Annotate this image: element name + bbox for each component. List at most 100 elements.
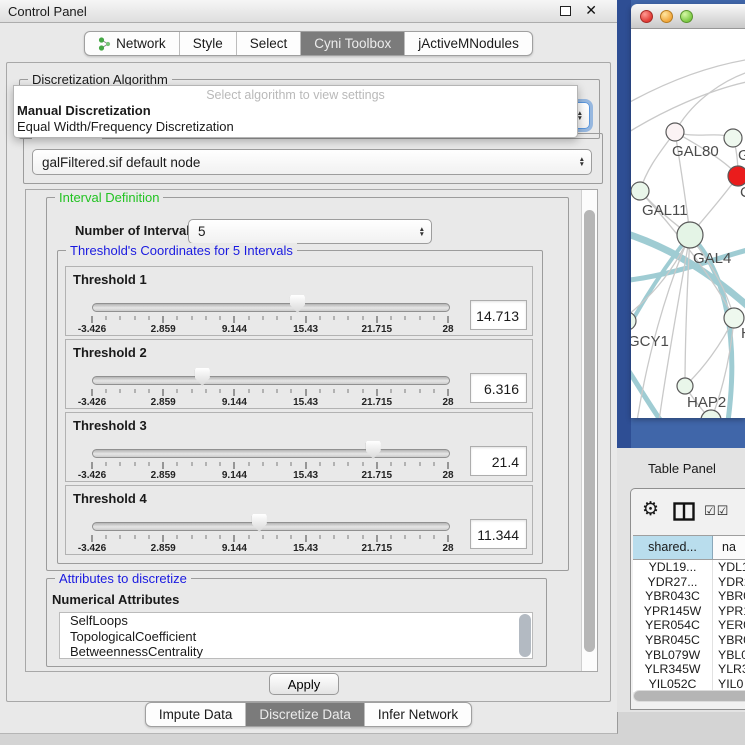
threshold-coordinates-title: Threshold's Coordinates for 5 Intervals — [66, 243, 297, 258]
table-row[interactable]: YBR045CYBR0 — [633, 633, 745, 648]
tab-cyni-toolbox[interactable]: Cyni Toolbox — [300, 32, 404, 55]
node-label: GA — [738, 147, 745, 164]
tick-mark — [405, 535, 406, 539]
network-node[interactable] — [631, 182, 649, 200]
close-icon[interactable]: ✕ — [585, 2, 597, 19]
column-header-name[interactable]: na — [713, 536, 745, 559]
network-node[interactable] — [724, 129, 742, 147]
tab-infer-network[interactable]: Infer Network — [364, 703, 471, 726]
cell-shared-name: YBL079W — [633, 648, 713, 663]
table-data-group: Table Data galFiltered.sif default node … — [23, 133, 603, 184]
bottom-tabstrip: Impute Data Discretize Data Infer Network — [145, 702, 472, 727]
edge[interactable] — [640, 132, 675, 191]
table-row[interactable]: YPR145WYPR1 — [633, 604, 745, 619]
cell-name: YDR2 — [713, 575, 745, 590]
threshold-value-field[interactable]: 11.344 — [470, 519, 527, 549]
slider-track[interactable] — [92, 449, 450, 458]
tab-label: Impute Data — [159, 707, 233, 722]
network-node[interactable] — [666, 123, 684, 141]
tick-mark — [234, 462, 235, 469]
tick-mark — [419, 316, 420, 320]
bottom-tab-bar: Impute Data Discretize Data Infer Network — [0, 702, 617, 727]
tick-mark — [433, 316, 434, 320]
scrollbar-thumb[interactable] — [584, 210, 595, 652]
top-tab-bar: Network StyleSelectCyni ToolboxjActiveMNo… — [0, 31, 617, 56]
screen: Control Panel ✕ NetworkStyleSelectCyni T… — [0, 0, 745, 745]
gear-icon[interactable]: ⚙ — [642, 498, 659, 521]
tab-discretize-data[interactable]: Discretize Data — [245, 703, 364, 726]
edge[interactable] — [631, 59, 745, 107]
dropdown-item-manual[interactable]: Manual Discretization — [14, 103, 577, 119]
scrollbar-thumb[interactable] — [634, 691, 745, 701]
attributes-group: Attributes to discretize Numerical Attri… — [46, 578, 547, 667]
tick-mark — [248, 316, 249, 320]
cell-shared-name: YDR27... — [633, 575, 713, 590]
tick-mark — [277, 389, 278, 393]
tick-mark — [120, 389, 121, 393]
threshold-value-field[interactable]: 6.316 — [470, 373, 527, 403]
tab-network[interactable]: Network — [85, 32, 179, 55]
zoom-traffic-light-icon[interactable] — [680, 10, 693, 23]
table-row[interactable]: YER054CYER0 — [633, 618, 745, 633]
tab-impute-data[interactable]: Impute Data — [146, 703, 246, 726]
tab-style[interactable]: Style — [179, 32, 236, 55]
vertical-scrollbar[interactable] — [581, 190, 597, 671]
cell-name: YBR0 — [713, 589, 745, 604]
tab-label: Discretize Data — [259, 707, 351, 722]
table-row[interactable]: YDL19...YDL1 — [633, 560, 745, 575]
edge[interactable] — [685, 318, 734, 386]
tab-jactivemnodules[interactable]: jActiveMNodules — [404, 32, 532, 55]
table-row[interactable]: YLR345WYLR3 — [633, 662, 745, 677]
tab-select[interactable]: Select — [236, 32, 301, 55]
network-node[interactable] — [677, 222, 703, 248]
tick-label: 21.715 — [362, 543, 393, 554]
attributes-group-title: Attributes to discretize — [55, 571, 191, 586]
select-columns-checkboxes-icon[interactable]: ☑☑ — [704, 503, 729, 519]
slider-track[interactable] — [92, 522, 450, 531]
edge[interactable] — [675, 71, 745, 132]
network-canvas[interactable]: GAL80GACGAL11GAL4GCY1HHAP2 — [631, 29, 745, 418]
tick-label: 9.144 — [222, 397, 247, 408]
tick-mark — [163, 535, 164, 542]
network-icon — [98, 37, 111, 51]
attribute-item[interactable]: TopologicalCoefficient — [60, 629, 532, 645]
minimize-traffic-light-icon[interactable] — [660, 10, 673, 23]
slider-track[interactable] — [92, 303, 450, 312]
horizontal-scrollbar[interactable] — [633, 690, 745, 702]
float-window-icon[interactable] — [560, 6, 571, 16]
attribute-item[interactable]: SelfLoops — [60, 613, 532, 629]
network-node[interactable] — [677, 378, 693, 394]
table-row[interactable]: YBL079WYBL0 — [633, 648, 745, 663]
threshold-value-field[interactable]: 21.4 — [470, 446, 527, 476]
tick-mark — [334, 389, 335, 393]
edge-highlighted[interactable] — [631, 359, 661, 418]
threshold-value-field[interactable]: 14.713 — [470, 300, 527, 330]
network-node[interactable] — [728, 166, 745, 186]
tick-mark — [148, 462, 149, 466]
column-header-shared[interactable]: shared... — [633, 536, 713, 559]
close-traffic-light-icon[interactable] — [640, 10, 653, 23]
tick-mark — [248, 389, 249, 393]
number-of-intervals-combobox[interactable]: 5 ▲▼ — [188, 219, 432, 244]
tick-label: -3.426 — [78, 470, 106, 481]
dropdown-item-equal-width[interactable]: Equal Width/Frequency Discretization — [14, 119, 577, 135]
cell-shared-name: YER054C — [633, 618, 713, 633]
tick-mark — [92, 389, 93, 396]
table-row[interactable]: YBR043CYBR0 — [633, 589, 745, 604]
table-row[interactable]: YDR27...YDR2 — [633, 575, 745, 590]
slider-track[interactable] — [92, 376, 450, 385]
numerical-attributes-list[interactable]: SelfLoopsTopologicalCoefficientBetweenne… — [59, 612, 533, 659]
tab-label: Network — [116, 36, 166, 51]
tick-label: 28 — [442, 543, 453, 554]
edge[interactable] — [631, 81, 745, 137]
attribute-item[interactable]: BetweennessCentrality — [60, 644, 532, 659]
settings-scroll-area: Interval Definition Number of Intervals … — [25, 189, 598, 672]
tick-mark — [405, 462, 406, 466]
table-data-combobox[interactable]: galFiltered.sif default node ▲▼ — [32, 149, 592, 175]
node-label: GAL11 — [642, 202, 688, 219]
tick-mark — [262, 462, 263, 466]
tick-mark — [205, 462, 206, 466]
columns-icon[interactable] — [673, 502, 695, 526]
list-scrollbar-thumb[interactable] — [519, 614, 531, 657]
apply-button[interactable]: Apply — [269, 673, 339, 695]
